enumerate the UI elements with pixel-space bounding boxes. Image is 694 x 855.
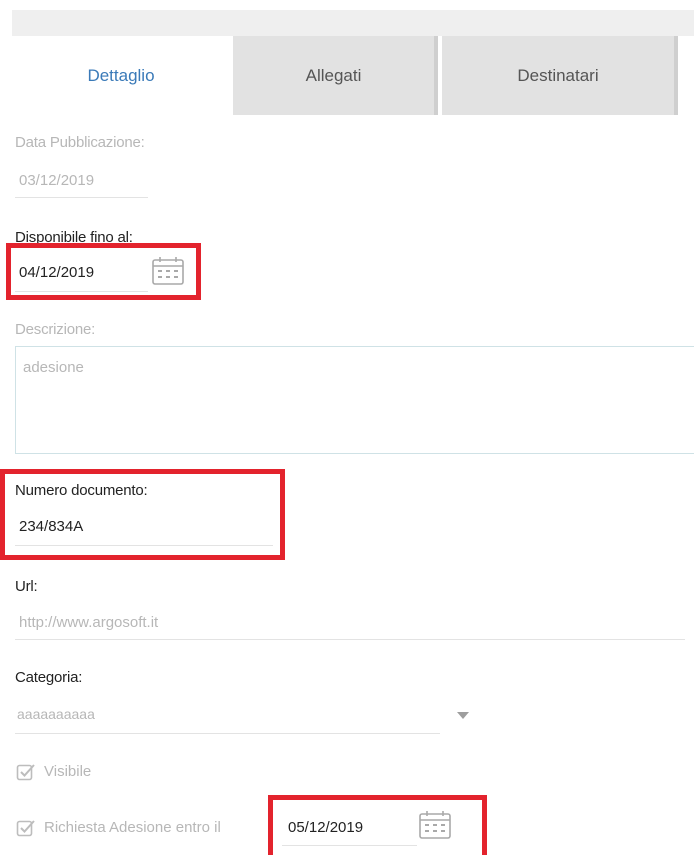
numero-documento-underline — [15, 545, 273, 546]
tab-destinatari[interactable]: Destinatari — [442, 36, 678, 115]
richiesta-adesione-label: Richiesta Adesione entro il — [44, 819, 221, 836]
top-strip — [12, 10, 694, 36]
disponibile-fino-input[interactable]: 04/12/2019 — [19, 264, 94, 281]
tab-dettaglio[interactable]: Dettaglio — [12, 36, 230, 115]
url-underline — [15, 639, 685, 640]
url-field: http://www.argosoft.it — [19, 614, 159, 631]
descrizione-label: Descrizione: — [15, 321, 96, 338]
checkbox-icon[interactable] — [16, 818, 36, 838]
descrizione-textarea[interactable]: adesione — [15, 346, 694, 454]
tab-allegati[interactable]: Allegati — [233, 36, 438, 115]
calendar-icon[interactable] — [151, 256, 185, 286]
chevron-down-icon[interactable] — [457, 712, 469, 719]
descrizione-text: adesione — [23, 359, 84, 376]
visibile-label: Visibile — [44, 763, 92, 780]
categoria-select[interactable]: aaaaaaaaaa — [17, 706, 95, 722]
data-pubblicazione-field: 03/12/2019 — [19, 172, 95, 189]
checkbox-icon[interactable] — [16, 762, 36, 782]
richiesta-adesione-date-input[interactable]: 05/12/2019 — [288, 819, 363, 836]
numero-documento-label: Numero documento: — [15, 482, 148, 499]
categoria-label: Categoria: — [15, 669, 83, 686]
data-pubblicazione-label: Data Pubblicazione: — [15, 134, 145, 151]
numero-documento-input[interactable]: 234/834A — [19, 518, 83, 535]
url-label: Url: — [15, 578, 38, 595]
categoria-underline — [15, 733, 440, 734]
calendar-icon[interactable] — [418, 810, 452, 840]
disponibile-fino-underline — [15, 291, 148, 292]
richiesta-date-underline — [282, 845, 417, 846]
form-page: Dettaglio Allegati Destinatari Data Pubb… — [0, 0, 694, 855]
data-pubblicazione-underline — [15, 197, 148, 198]
